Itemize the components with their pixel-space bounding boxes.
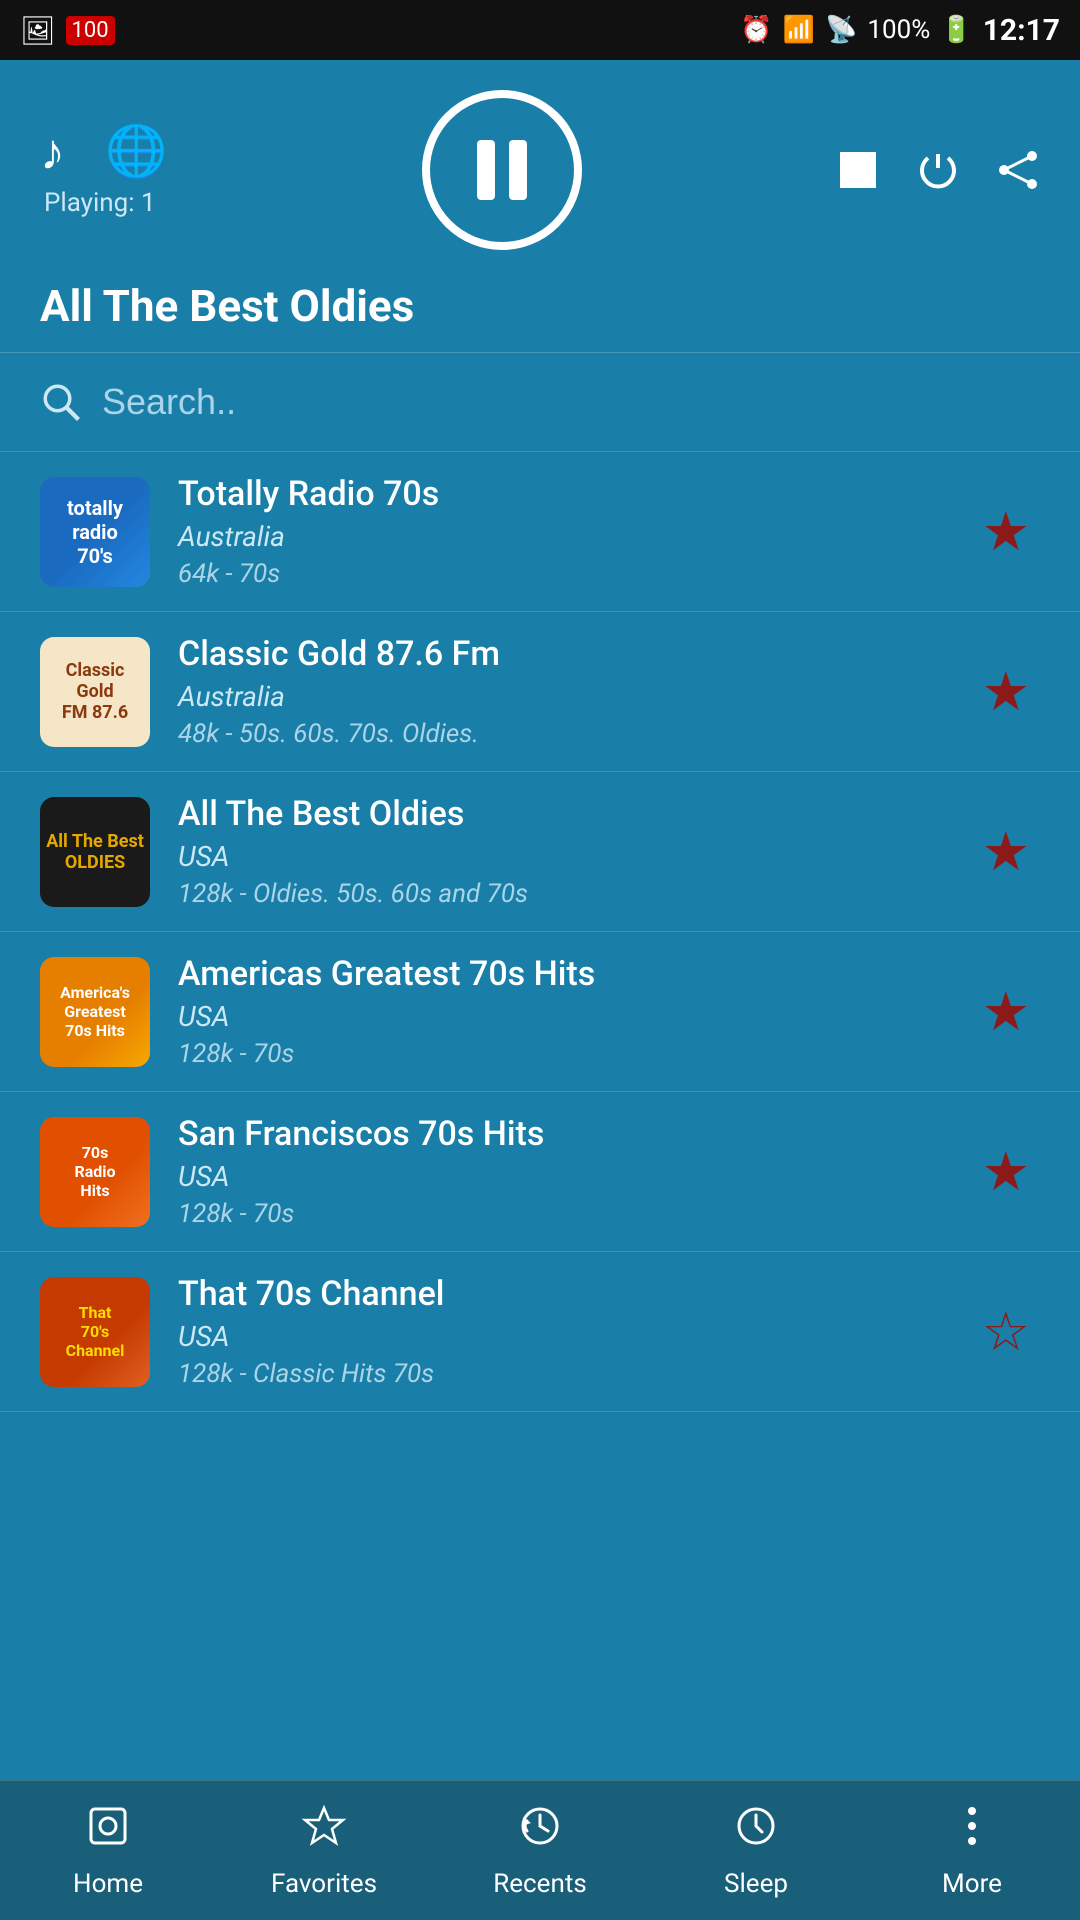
station-meta: 128k - 70s <box>178 1039 944 1069</box>
status-left: 🖼 100 <box>20 14 115 47</box>
station-info: That 70s Channel USA 128k - Classic Hits 7… <box>178 1274 944 1389</box>
star-filled-icon: ★ <box>982 980 1030 1043</box>
player-header: ♪ 🌐 Playing: 1 <box>0 60 1080 270</box>
station-logo: totally radio 70's <box>40 477 150 587</box>
stop-button[interactable] <box>836 148 880 192</box>
station-country: USA <box>178 1320 944 1353</box>
station-name: San Franciscos 70s Hits <box>178 1114 944 1154</box>
wifi-icon: 📶 <box>783 15 815 45</box>
nav-sleep[interactable]: Sleep <box>648 1793 864 1909</box>
station-item[interactable]: Classic Gold FM 87.6 Classic Gold 87.6 Fm… <box>0 612 1080 772</box>
station-country: Australia <box>178 680 944 713</box>
station-item[interactable]: That 70's Channel That 70s Channel USA 128k… <box>0 1252 1080 1412</box>
favorite-button[interactable]: ☆ <box>972 1290 1040 1373</box>
nav-more[interactable]: More <box>864 1793 1080 1909</box>
station-info: All The Best Oldies USA 128k - Oldies. 50s… <box>178 794 944 909</box>
more-icon <box>949 1803 995 1861</box>
signal-icon: 📡 <box>825 15 857 45</box>
photo-icon: 🖼 <box>20 14 56 47</box>
search-input[interactable] <box>102 381 1040 423</box>
station-meta: 64k - 70s <box>178 559 944 589</box>
home-icon <box>85 1803 131 1861</box>
station-name: That 70s Channel <box>178 1274 944 1314</box>
sleep-label: Sleep <box>724 1869 788 1899</box>
favorite-button[interactable]: ★ <box>972 970 1040 1053</box>
time: 12:17 <box>983 13 1060 48</box>
station-logo: Classic Gold FM 87.6 <box>40 637 150 747</box>
star-filled-icon: ★ <box>982 660 1030 723</box>
station-logo: 70s Radio Hits <box>40 1117 150 1227</box>
station-meta: 48k - 50s. 60s. 70s. Oldies. <box>178 719 944 749</box>
recents-icon <box>517 1803 563 1861</box>
player-right-controls <box>836 148 1040 192</box>
recents-label: Recents <box>493 1869 587 1899</box>
station-meta: 128k - Classic Hits 70s <box>178 1359 944 1389</box>
favorite-button[interactable]: ★ <box>972 810 1040 893</box>
favorites-icon <box>301 1803 347 1861</box>
nav-favorites[interactable]: Favorites <box>216 1793 432 1909</box>
station-logo: America's Greatest 70s Hits <box>40 957 150 1067</box>
player-left-info: ♪ 🌐 Playing: 1 <box>40 123 167 218</box>
star-filled-icon: ★ <box>982 1140 1030 1203</box>
station-country: USA <box>178 1160 944 1193</box>
star-empty-icon: ☆ <box>982 1300 1030 1363</box>
station-meta: 128k - Oldies. 50s. 60s and 70s <box>178 879 944 909</box>
station-info: Totally Radio 70s Australia 64k - 70s <box>178 474 944 589</box>
station-name: Americas Greatest 70s Hits <box>178 954 944 994</box>
station-item[interactable]: totally radio 70's Totally Radio 70s Austr… <box>0 452 1080 612</box>
station-info: Americas Greatest 70s Hits USA 128k - 70s <box>178 954 944 1069</box>
station-name: Totally Radio 70s <box>178 474 944 514</box>
now-playing-title: All The Best Oldies <box>0 270 1080 353</box>
search-bar <box>0 353 1080 452</box>
star-filled-icon: ★ <box>982 500 1030 563</box>
more-label: More <box>942 1869 1002 1899</box>
music-icon[interactable]: ♪ <box>40 123 65 182</box>
station-country: USA <box>178 1000 944 1033</box>
home-label: Home <box>73 1869 143 1899</box>
pause-icon <box>477 140 527 200</box>
station-info: Classic Gold 87.6 Fm Australia 48k - 50s. … <box>178 634 944 749</box>
star-filled-icon: ★ <box>982 820 1030 883</box>
favorite-button[interactable]: ★ <box>972 650 1040 733</box>
globe-icon[interactable]: 🌐 <box>105 123 167 181</box>
nav-home[interactable]: Home <box>0 1793 216 1909</box>
station-name: Classic Gold 87.6 Fm <box>178 634 944 674</box>
sleep-icon <box>733 1803 779 1861</box>
station-list: totally radio 70's Totally Radio 70s Austr… <box>0 452 1080 1780</box>
station-info: San Franciscos 70s Hits USA 128k - 70s <box>178 1114 944 1229</box>
app-icon: 100 <box>66 16 115 45</box>
share-button[interactable] <box>996 148 1040 192</box>
nav-recents[interactable]: Recents <box>432 1793 648 1909</box>
playing-text: Playing: 1 <box>44 188 156 218</box>
station-name: All The Best Oldies <box>178 794 944 834</box>
pause-button[interactable] <box>422 90 582 250</box>
station-item[interactable]: 70s Radio Hits San Franciscos 70s Hits USA… <box>0 1092 1080 1252</box>
alarm-icon: ⏰ <box>740 15 772 45</box>
station-country: Australia <box>178 520 944 553</box>
station-country: USA <box>178 840 944 873</box>
bottom-nav: Home Favorites Recents Sleep <box>0 1780 1080 1920</box>
favorites-label: Favorites <box>271 1869 377 1899</box>
battery-icon: 🔋 <box>940 15 972 45</box>
content-area: ♪ 🌐 Playing: 1 <box>0 60 1080 1780</box>
station-logo: That 70's Channel <box>40 1277 150 1387</box>
favorite-button[interactable]: ★ <box>972 1130 1040 1213</box>
station-logo: All The Best OLDIES <box>40 797 150 907</box>
battery-text: 100% <box>867 15 930 45</box>
station-item[interactable]: All The Best OLDIES All The Best Oldies US… <box>0 772 1080 932</box>
station-meta: 128k - 70s <box>178 1199 944 1229</box>
status-bar: 🖼 100 ⏰ 📶 📡 100% 🔋 12:17 <box>0 0 1080 60</box>
player-center <box>422 90 582 250</box>
status-right: ⏰ 📶 📡 100% 🔋 12:17 <box>740 13 1060 48</box>
station-item[interactable]: America's Greatest 70s Hits Americas Grea… <box>0 932 1080 1092</box>
player-top-icons: ♪ 🌐 <box>40 123 167 182</box>
power-button[interactable] <box>916 148 960 192</box>
search-icon <box>40 381 82 423</box>
favorite-button[interactable]: ★ <box>972 490 1040 573</box>
